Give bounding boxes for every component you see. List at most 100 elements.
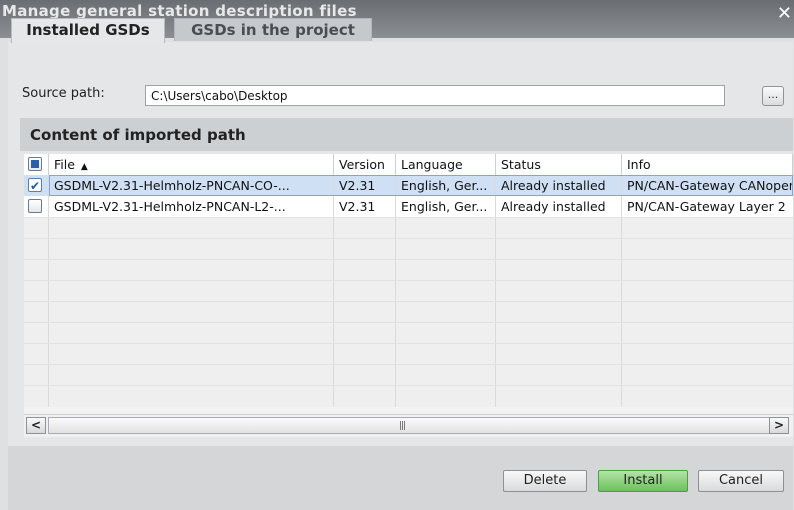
empty-cell [49, 344, 334, 365]
empty-row [24, 385, 793, 407]
sort-ascending-icon: ▲ [80, 162, 88, 172]
column-header-file-label: File [54, 157, 75, 172]
empty-cell [496, 344, 622, 365]
table-header-row: File ▲ Version Language Status Info [24, 154, 793, 176]
empty-cell [622, 218, 793, 239]
cell-file: GSDML-V2.31-Helmholz-PNCAN-CO-... [49, 175, 334, 196]
scroll-thumb[interactable]: ||| [48, 417, 770, 434]
tab-gsds-in-project[interactable]: GSDs in the project [174, 18, 372, 41]
empty-cell [496, 260, 622, 281]
cell-status: Already installed [496, 175, 622, 196]
empty-cell [396, 281, 496, 302]
empty-cell [622, 302, 793, 323]
row-checkbox-cell[interactable] [24, 196, 49, 217]
cell-version: V2.31 [334, 196, 396, 217]
row-checkbox[interactable] [28, 199, 42, 213]
delete-button[interactable]: Delete [503, 470, 587, 492]
column-header-version[interactable]: Version [334, 154, 396, 175]
empty-cell [396, 218, 496, 239]
table-row[interactable]: GSDML-V2.31-Helmholz-PNCAN-L2-... V2.31 … [24, 196, 793, 217]
cell-language: English, Ger... [396, 175, 496, 196]
empty-row [24, 322, 793, 344]
empty-cell [396, 386, 496, 407]
empty-cell [24, 281, 49, 302]
empty-cell [396, 344, 496, 365]
empty-cell [334, 365, 396, 386]
cancel-button[interactable]: Cancel [698, 470, 784, 492]
close-icon[interactable]: ✕ [777, 3, 792, 24]
empty-cell [334, 302, 396, 323]
empty-cell [496, 323, 622, 344]
empty-cell [396, 260, 496, 281]
empty-cell [24, 239, 49, 260]
grip-icon: ||| [399, 421, 406, 431]
gsd-manager-dialog: Manage general station description files… [0, 0, 794, 510]
empty-cell [396, 323, 496, 344]
empty-cell [334, 281, 396, 302]
empty-row [24, 280, 793, 302]
empty-row [24, 343, 793, 365]
empty-row [24, 217, 793, 239]
empty-cell [396, 302, 496, 323]
empty-cell [49, 323, 334, 344]
empty-cell [49, 260, 334, 281]
empty-cell [24, 218, 49, 239]
empty-cell [49, 239, 334, 260]
cell-status: Already installed [496, 196, 622, 217]
empty-cell [334, 386, 396, 407]
browse-button[interactable]: ... [762, 86, 784, 106]
select-all-checkbox[interactable] [28, 157, 42, 171]
empty-cell [622, 281, 793, 302]
row-checkbox-cell[interactable] [24, 175, 49, 196]
column-header-status[interactable]: Status [496, 154, 622, 175]
empty-cell [24, 344, 49, 365]
empty-cell [24, 260, 49, 281]
empty-cell [334, 323, 396, 344]
column-header-file[interactable]: File ▲ [49, 154, 334, 175]
gsd-file-table: File ▲ Version Language Status Info GSDML… [24, 154, 793, 414]
empty-row [24, 238, 793, 260]
empty-cell [496, 302, 622, 323]
empty-cell [24, 302, 49, 323]
tab-installed-gsds[interactable]: Installed GSDs [11, 18, 165, 43]
empty-row [24, 301, 793, 323]
empty-cell [622, 365, 793, 386]
empty-cell [334, 218, 396, 239]
empty-cell [622, 323, 793, 344]
empty-cell [496, 386, 622, 407]
empty-cell [24, 323, 49, 344]
empty-row [24, 259, 793, 281]
empty-row [24, 364, 793, 386]
empty-cell [622, 386, 793, 407]
empty-cell [24, 386, 49, 407]
column-header-language[interactable]: Language [396, 154, 496, 175]
empty-cell [396, 239, 496, 260]
column-header-info[interactable]: Info [622, 154, 793, 175]
empty-cell [24, 365, 49, 386]
section-title: Content of imported path [30, 126, 246, 144]
cell-info: PN/CAN-Gateway CANopen [627, 178, 793, 193]
row-checkbox[interactable] [28, 176, 42, 196]
source-path-input[interactable]: C:\Users\cabo\Desktop [145, 85, 725, 106]
header-select-all[interactable] [24, 154, 49, 175]
empty-cell [334, 344, 396, 365]
horizontal-scrollbar[interactable]: < ||| > [24, 414, 793, 437]
empty-cell [334, 239, 396, 260]
install-button[interactable]: Install [598, 470, 688, 492]
scroll-left-icon[interactable]: < [26, 417, 46, 434]
scroll-right-icon[interactable]: > [769, 417, 789, 434]
empty-cell [396, 365, 496, 386]
empty-cell [496, 281, 622, 302]
cell-language: English, Ger... [396, 196, 496, 217]
empty-cell [622, 344, 793, 365]
empty-cell [49, 218, 334, 239]
source-path-label: Source path: [22, 86, 105, 101]
cell-info: PN/CAN-Gateway Layer 2 [627, 199, 786, 214]
table-row[interactable]: GSDML-V2.31-Helmholz-PNCAN-CO-... V2.31 … [24, 175, 793, 196]
empty-cell [496, 239, 622, 260]
empty-cell [496, 365, 622, 386]
empty-cell [49, 386, 334, 407]
content-section-header: Content of imported path [20, 118, 793, 151]
cell-version: V2.31 [334, 175, 396, 196]
empty-cell [49, 281, 334, 302]
